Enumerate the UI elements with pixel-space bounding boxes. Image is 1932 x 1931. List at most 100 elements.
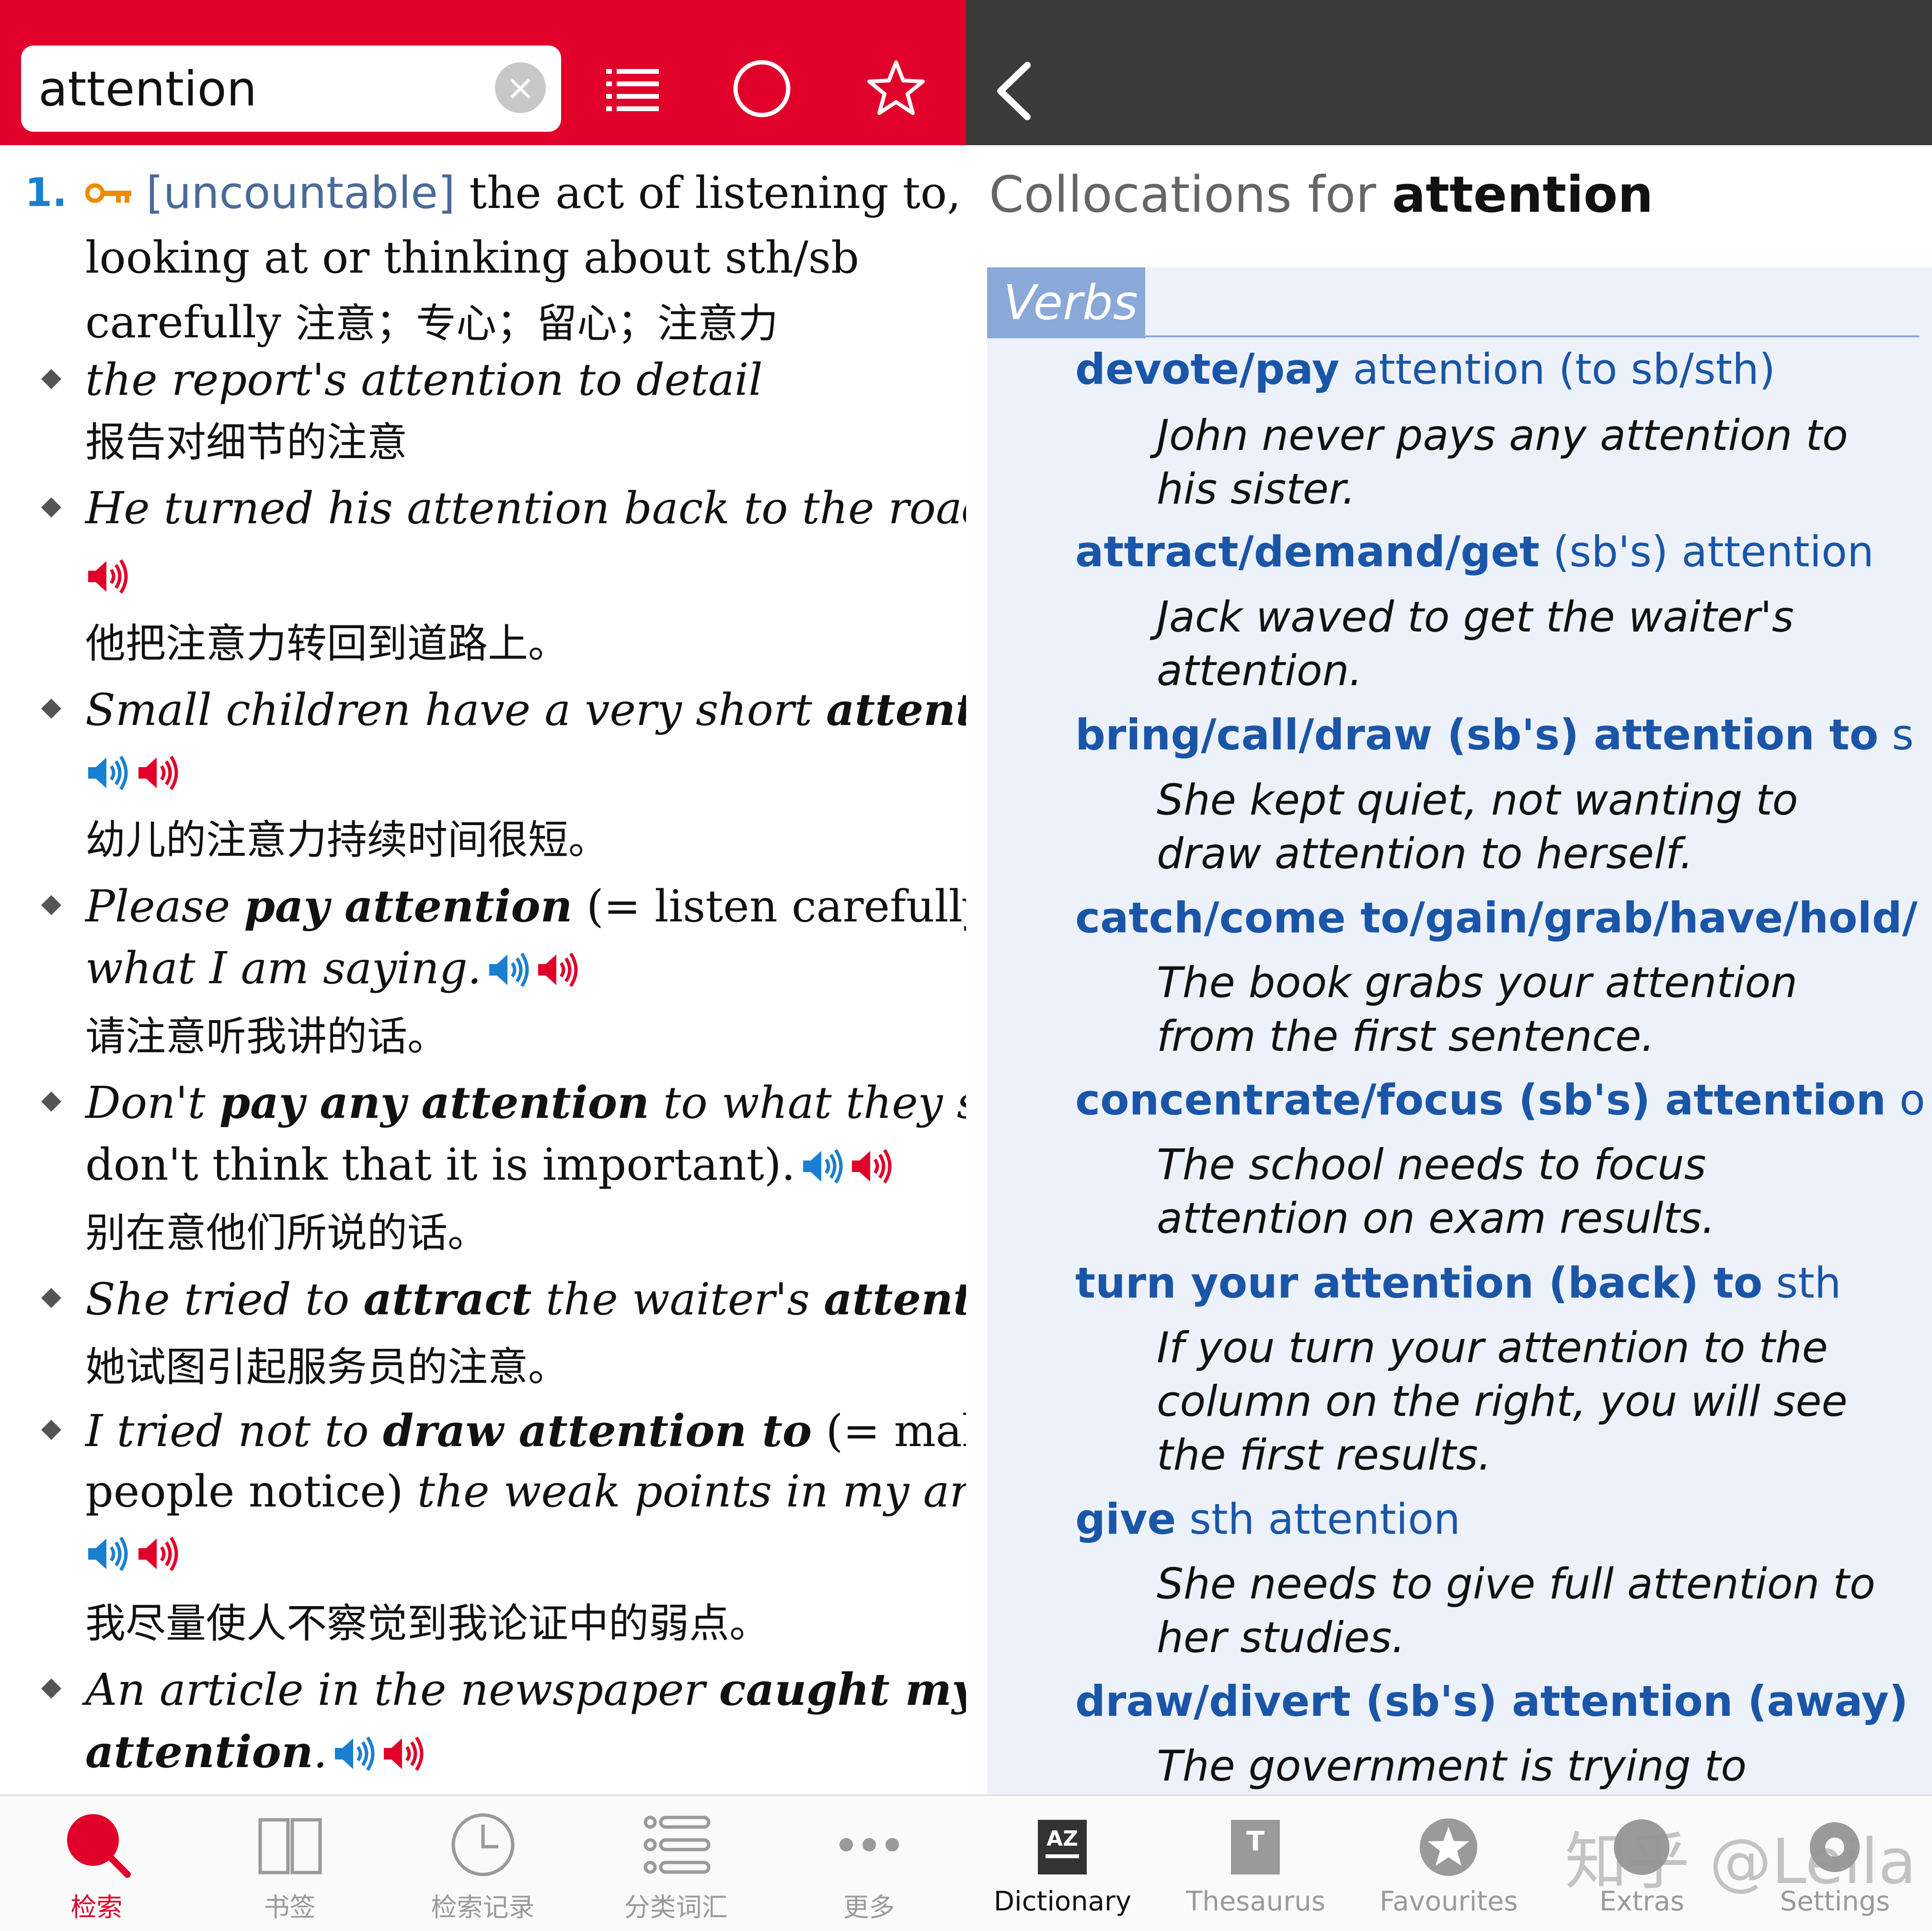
example-translation: 别在意他们所说的话。	[85, 1209, 488, 1256]
tab-more[interactable]: 更多	[772, 1796, 966, 1931]
example-bullet-icon	[40, 368, 62, 390]
example-translation: 幼儿的注意力持续时间很短。	[85, 816, 609, 863]
tab-history[interactable]: 检索记录	[386, 1796, 579, 1931]
collocation-example: her studies.	[1157, 1613, 1405, 1662]
collocation-example: She kept quiet, not wanting to	[1157, 775, 1798, 825]
speaker-uk-icon[interactable]	[486, 951, 530, 989]
collocation-example: The school needs to focus	[1157, 1140, 1706, 1189]
svg-text:T: T	[1246, 1826, 1265, 1857]
page-title: Collocations for attention	[989, 165, 1654, 224]
collocation-example: attention.	[1157, 646, 1363, 695]
example-sentence: people notice) the weak points in my arg…	[85, 1466, 966, 1517]
collocation-example: his sister.	[1157, 464, 1356, 514]
tab-categories[interactable]: 分类词汇	[579, 1796, 772, 1931]
collocation-example: The government is trying to	[1157, 1741, 1747, 1791]
example-translation: 我尽量使人不察觉到我论证中的弱点。	[85, 1600, 770, 1647]
collocations-pane-right: Collocations for attention Verbs devote/…	[966, 0, 1932, 1931]
speaker-us-icon[interactable]	[849, 1147, 893, 1185]
collocation-example: draw attention to herself.	[1157, 829, 1693, 878]
tab-search[interactable]: 检索	[0, 1796, 193, 1931]
collocation-item[interactable]: attract/demand/get (sb's) attention	[1075, 525, 1874, 579]
example-bullet-icon	[40, 1287, 62, 1309]
section-divider	[1145, 335, 1920, 337]
collocation-item[interactable]: concentrate/focus (sb's) attention o	[1075, 1073, 1925, 1127]
collocation-item[interactable]: turn your attention (back) to sth	[1075, 1256, 1841, 1310]
collocation-example: John never pays any attention to	[1157, 411, 1848, 460]
tab-favourites[interactable]: Favourites	[1352, 1796, 1545, 1931]
collocation-example: The book grabs your attention	[1157, 958, 1798, 1007]
example-sentence: She tried to attract the waiter's attent…	[85, 1270, 966, 1328]
speaker-uk-icon[interactable]	[85, 754, 129, 792]
collocation-item[interactable]: give sth attention	[1075, 1493, 1460, 1546]
example-bullet-icon	[40, 698, 62, 720]
collocation-example: If you turn your attention to the	[1157, 1323, 1828, 1372]
sense-number: 1.	[25, 170, 68, 216]
thesaurus-icon: T	[1231, 1820, 1280, 1874]
example-sentence: Please pay attention (= listen carefully…	[85, 880, 966, 932]
search-input[interactable]	[38, 56, 498, 121]
section-label-verbs: Verbs	[987, 267, 1145, 338]
speaker-us-icon[interactable]	[381, 1735, 425, 1773]
search-box[interactable]	[21, 46, 561, 132]
example-translation: 他把注意力转回到道路上。	[85, 620, 569, 667]
tab-thesaurus[interactable]: T Thesaurus	[1159, 1796, 1352, 1931]
example-bullet-icon	[40, 894, 62, 916]
collocation-example: the first results.	[1157, 1430, 1492, 1480]
definition-line: [uncountable] the act of listening to,	[146, 167, 961, 218]
grammar-label: [uncountable]	[146, 167, 455, 218]
list-icon[interactable]	[601, 57, 664, 120]
collocation-item[interactable]: catch/come to/gain/grab/have/hold/	[1075, 891, 1918, 945]
collocation-example: She needs to give full attention to	[1157, 1559, 1875, 1609]
book-icon	[258, 1818, 322, 1874]
example-sentence: attention.	[85, 1723, 425, 1781]
collocation-item[interactable]: draw/divert (sb's) attention (away)	[1075, 1675, 1908, 1728]
example-sentence: Don't pay any attention to what they say…	[85, 1077, 966, 1128]
example-translation: 她试图引起服务员的注意。	[85, 1344, 569, 1391]
star-icon[interactable]	[865, 57, 927, 120]
collocations-header	[966, 0, 1932, 145]
clock-icon	[451, 1813, 515, 1876]
example-translation: 报告对细节的注意	[85, 419, 408, 466]
back-chevron-icon[interactable]	[989, 57, 1037, 125]
speaker-us-icon[interactable]	[136, 754, 180, 792]
example-sentence: Small children have a very short attenti…	[85, 684, 966, 736]
example-translation: 请注意听我讲的话。	[85, 1013, 448, 1060]
example-sentence: don't think that it is important).	[85, 1136, 893, 1194]
example-sentence: what I am saying.	[85, 940, 579, 997]
dictionary-entry: 1. [uncountable] the act of listening to…	[0, 145, 966, 1794]
bottom-tab-bar: 检索 书签 检索记录 分类词汇 更多	[0, 1794, 966, 1931]
speaker-us-icon[interactable]	[535, 951, 579, 989]
definition-line: looking at or thinking about sth/sb	[85, 232, 860, 283]
example-bullet-icon	[40, 1419, 62, 1441]
speaker-us-icon[interactable]	[136, 1535, 180, 1573]
speaker-uk-icon[interactable]	[800, 1147, 844, 1185]
tab-bookmarks[interactable]: 书签	[193, 1796, 386, 1931]
speaker-uk-icon[interactable]	[332, 1735, 376, 1773]
example-sentence: the report's attention to detail	[85, 354, 763, 405]
definition-translation: 注意；专心；留心；注意力	[295, 300, 779, 347]
collocation-example: attention on exam results.	[1157, 1194, 1715, 1243]
speaker-uk-icon[interactable]	[85, 1535, 129, 1573]
svg-text:AZ: AZ	[1046, 1827, 1078, 1851]
example-bullet-icon	[40, 496, 62, 518]
search-icon	[67, 1814, 131, 1878]
search-header: ×	[0, 0, 966, 145]
example-sentence: An article in the newspaper caught my	[85, 1664, 966, 1715]
collocation-example: from the first sentence.	[1157, 1011, 1655, 1061]
collocation-item[interactable]: devote/pay attention (to sb/sth)	[1075, 343, 1775, 396]
collocation-example: Jack waved to get the waiter's	[1157, 592, 1794, 642]
circle-icon[interactable]	[731, 57, 793, 120]
key-icon	[85, 183, 131, 203]
category-list-icon	[644, 1816, 711, 1874]
collocation-item[interactable]: bring/call/draw (sb's) attention to s	[1075, 708, 1914, 762]
example-sentence: He turned his attention back to the road…	[85, 480, 966, 537]
tab-dictionary[interactable]: AZ Dictionary	[966, 1796, 1159, 1931]
watermark: 知乎 @Leila	[1565, 1825, 1917, 1898]
collocation-example: column on the right, you will see	[1157, 1377, 1848, 1426]
speaker-us-icon[interactable]	[85, 557, 129, 596]
clear-search-button[interactable]: ×	[495, 62, 546, 113]
more-icon	[840, 1838, 899, 1851]
definition-line: carefully 注意；专心；留心；注意力	[85, 297, 779, 348]
example-bullet-icon	[40, 1678, 62, 1700]
example-bullet-icon	[40, 1091, 62, 1113]
